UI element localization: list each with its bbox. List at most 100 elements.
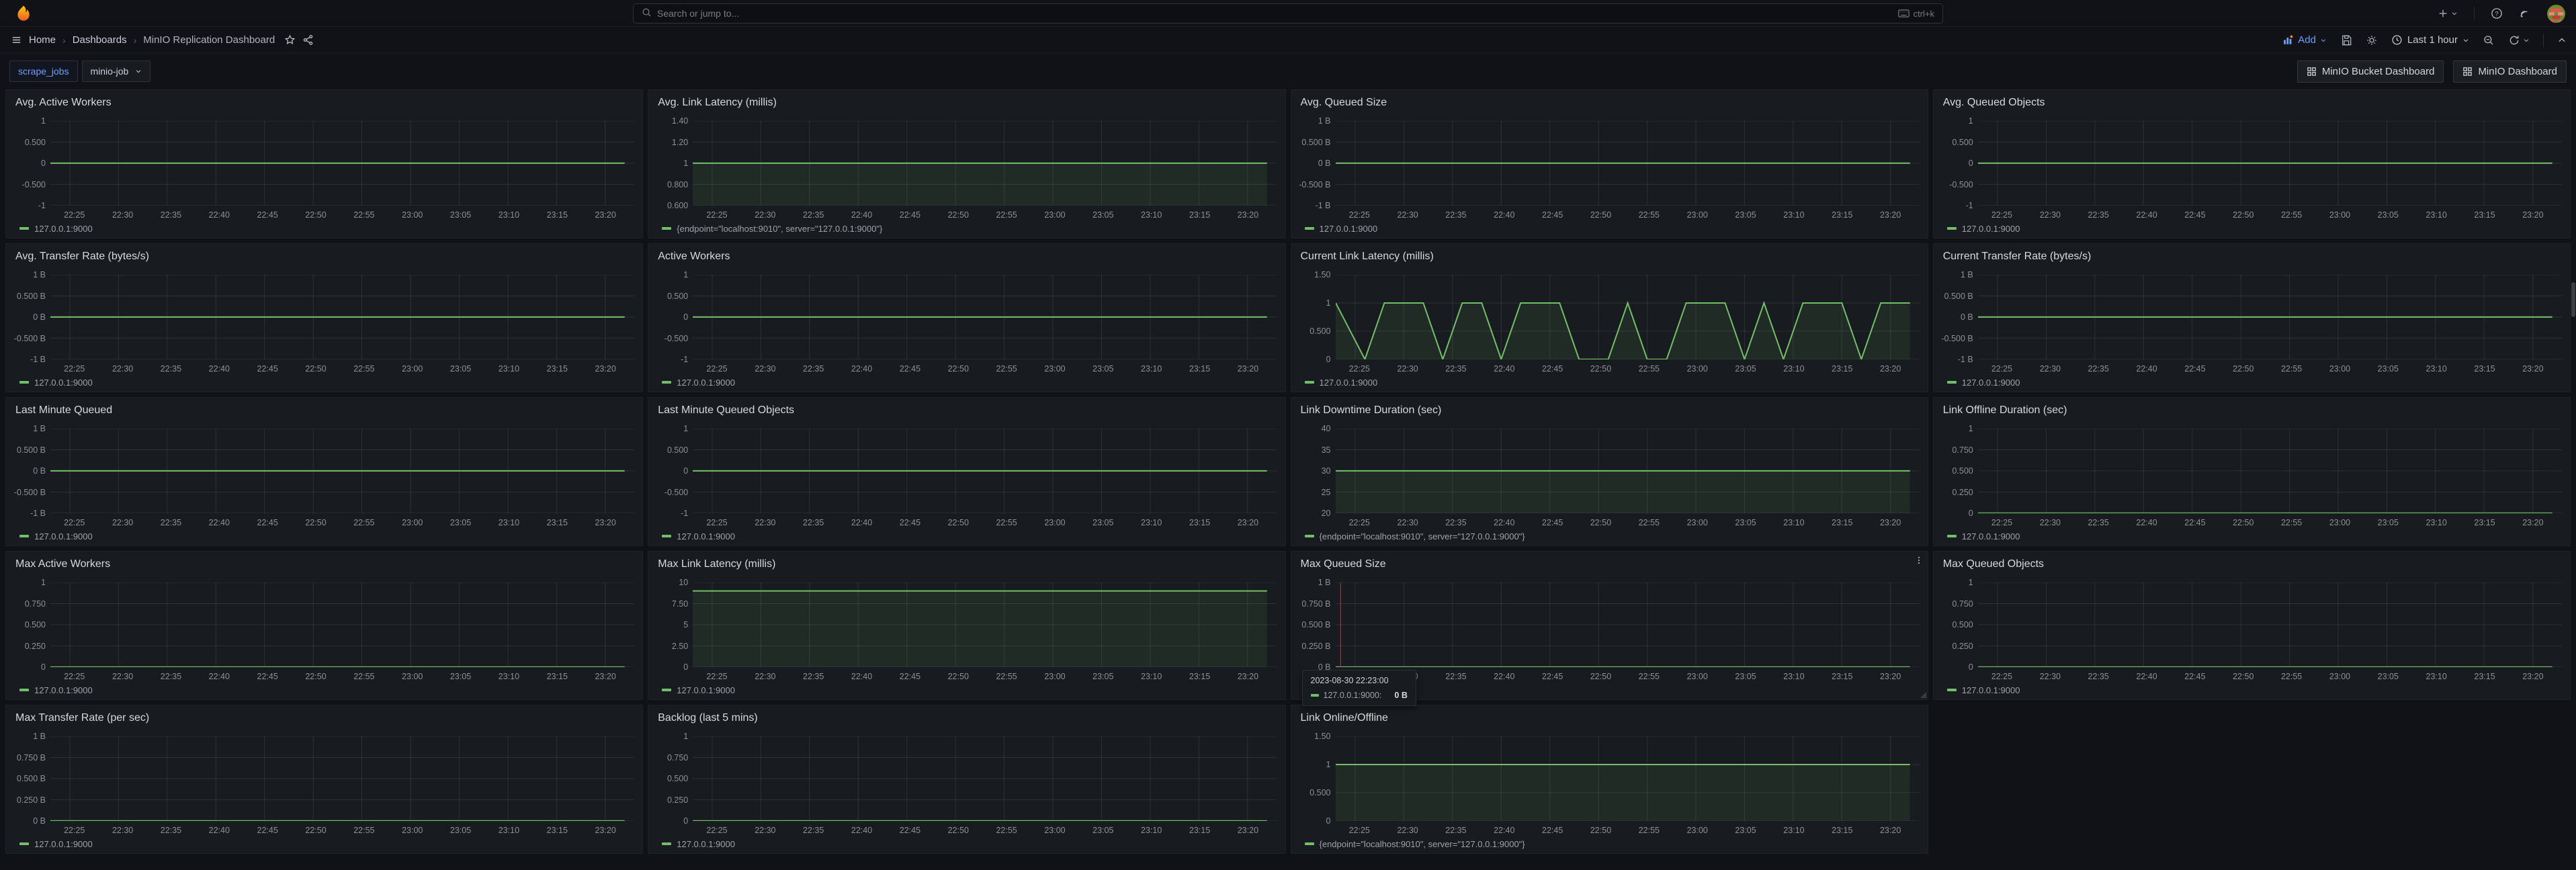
legend-item[interactable]: 127.0.0.1:9000 xyxy=(1942,683,2562,697)
user-avatar[interactable] xyxy=(2547,5,2565,23)
panel-resize-handle[interactable] xyxy=(1920,692,1926,698)
y-tick-label: 0.750 xyxy=(667,753,688,763)
chart-plot[interactable] xyxy=(1336,275,1920,359)
chart-plot[interactable] xyxy=(1978,582,2562,667)
panel-title[interactable]: Avg. Active Workers xyxy=(15,96,634,109)
panel-menu-button[interactable] xyxy=(1914,555,1924,569)
panel-title[interactable]: Current Link Latency (millis) xyxy=(1301,250,1920,263)
legend-item[interactable]: 127.0.0.1:9000 xyxy=(14,683,634,697)
chart-plot[interactable] xyxy=(693,429,1277,513)
legend-item[interactable]: 127.0.0.1:9000 xyxy=(1942,529,2562,543)
chart-plot[interactable] xyxy=(50,429,634,513)
legend-item[interactable]: 127.0.0.1:9000 xyxy=(1942,222,2562,235)
chart-plot[interactable] xyxy=(693,582,1277,667)
legend-item[interactable]: 127.0.0.1:9000 xyxy=(656,837,1277,851)
search-input[interactable]: Search or jump to... ctrl+k xyxy=(633,3,1943,24)
variable-value-dropdown[interactable]: minio-job xyxy=(82,60,151,82)
legend-item[interactable]: 127.0.0.1:9000 xyxy=(656,376,1277,389)
chart-plot[interactable] xyxy=(50,736,634,821)
chart-plot[interactable] xyxy=(1336,121,1920,206)
help-button[interactable]: ? xyxy=(2491,7,2503,19)
legend-item[interactable]: 127.0.0.1:9000 xyxy=(656,683,1277,697)
x-tick-label: 22:45 xyxy=(900,364,920,374)
panel-title[interactable]: Max Queued Size xyxy=(1301,558,1920,570)
legend-item[interactable]: {endpoint="localhost:9010", server="127.… xyxy=(1299,529,1920,543)
legend-item[interactable]: 127.0.0.1:9000 xyxy=(14,222,634,235)
chart-plot[interactable] xyxy=(693,121,1277,206)
legend-item[interactable]: 127.0.0.1:9000 xyxy=(1299,376,1920,389)
y-tick-label: 0.500 B xyxy=(17,445,46,455)
chart-plot[interactable] xyxy=(1978,121,2562,206)
legend-label: 127.0.0.1:9000 xyxy=(1320,224,1378,234)
share-button[interactable] xyxy=(302,34,314,46)
legend-item[interactable]: 127.0.0.1:9000 xyxy=(1942,376,2562,389)
y-tick-label: 0.250 xyxy=(667,795,688,805)
legend-item[interactable]: 127.0.0.1:9000 xyxy=(1299,222,1920,235)
panel-title[interactable]: Avg. Link Latency (millis) xyxy=(658,96,1277,109)
legend-item[interactable]: {endpoint="localhost:9010", server="127.… xyxy=(1299,837,1920,851)
chart-plot[interactable] xyxy=(1336,429,1920,513)
refresh-button[interactable] xyxy=(2508,34,2530,46)
chart-plot[interactable] xyxy=(50,582,634,667)
chart-plot[interactable] xyxy=(693,736,1277,821)
scrollbar-thumb[interactable] xyxy=(2571,282,2575,317)
chart-area: 1 B0.500 B0 B-0.500 B-1 B xyxy=(1942,275,2562,359)
x-tick-label: 23:05 xyxy=(2378,210,2399,220)
breadcrumb-current: MinIO Replication Dashboard xyxy=(143,34,275,46)
link-minio-dashboard[interactable]: MinIO Dashboard xyxy=(2453,60,2567,83)
panel-title[interactable]: Avg. Queued Objects xyxy=(1943,96,2562,109)
panel-title[interactable]: Active Workers xyxy=(658,250,1277,263)
legend-item[interactable]: 127.0.0.1:9000 xyxy=(656,529,1277,543)
x-tick-label: 22:40 xyxy=(2136,518,2157,527)
chart-plot[interactable] xyxy=(693,275,1277,359)
panel-title[interactable]: Link Offline Duration (sec) xyxy=(1943,404,2562,417)
chart-plot[interactable] xyxy=(50,121,634,206)
panel-title[interactable]: Link Downtime Duration (sec) xyxy=(1301,404,1920,417)
chart-plot[interactable] xyxy=(1978,275,2562,359)
legend-item[interactable]: 127.0.0.1:9000 xyxy=(14,837,634,851)
legend-item[interactable]: {endpoint="localhost:9010", server="127.… xyxy=(656,222,1277,235)
favorite-button[interactable] xyxy=(284,34,296,46)
y-tick-label: 0 xyxy=(41,159,46,168)
x-tick-label: 23:10 xyxy=(499,672,519,681)
save-dashboard-button[interactable] xyxy=(2340,34,2352,46)
save-icon xyxy=(2340,34,2352,46)
panel-title[interactable]: Current Transfer Rate (bytes/s) xyxy=(1943,250,2562,263)
panel-title[interactable]: Last Minute Queued xyxy=(15,404,634,417)
y-tick-label: -1 B xyxy=(1958,355,1973,364)
panel-title[interactable]: Max Transfer Rate (per sec) xyxy=(15,711,634,724)
legend-item[interactable]: 127.0.0.1:9000 xyxy=(14,376,634,389)
news-button[interactable] xyxy=(2519,7,2531,19)
chart-plot[interactable] xyxy=(1336,582,1920,667)
panel-title[interactable]: Last Minute Queued Objects xyxy=(658,404,1277,417)
y-tick-label: 5 xyxy=(683,620,688,629)
panel-title[interactable]: Avg. Queued Size xyxy=(1301,96,1920,109)
x-tick-label: 22:25 xyxy=(706,210,727,220)
mega-menu-button[interactable] xyxy=(11,35,22,45)
chart-plot[interactable] xyxy=(1336,736,1920,821)
star-icon xyxy=(284,34,296,46)
panel-title[interactable]: Max Queued Objects xyxy=(1943,558,2562,570)
panel-title[interactable]: Backlog (last 5 mins) xyxy=(658,711,1277,724)
time-range-picker[interactable]: Last 1 hour xyxy=(2391,34,2469,46)
panel-title[interactable]: Max Active Workers xyxy=(15,558,634,570)
variable-label: scrape_jobs xyxy=(9,60,78,82)
collapse-toolbar-button[interactable] xyxy=(2557,36,2567,45)
legend-item[interactable]: 127.0.0.1:9000 xyxy=(14,529,634,543)
chart-plot[interactable] xyxy=(1978,429,2562,513)
breadcrumb-home[interactable]: Home xyxy=(29,34,56,46)
panel-title[interactable]: Link Online/Offline xyxy=(1301,711,1920,724)
grafana-logo-icon[interactable] xyxy=(15,5,32,22)
panel-last-minute-queued: Last Minute Queued1 B0.500 B0 B-0.500 B-… xyxy=(5,397,643,546)
breadcrumb-dashboards[interactable]: Dashboards xyxy=(73,34,127,46)
new-button[interactable] xyxy=(2438,8,2458,19)
x-tick-label: 23:05 xyxy=(1735,672,1756,681)
panel-title[interactable]: Max Link Latency (millis) xyxy=(658,558,1277,570)
zoom-out-button[interactable] xyxy=(2483,34,2495,46)
x-tick-label: 22:40 xyxy=(209,518,230,527)
add-panel-button[interactable]: Add xyxy=(2282,34,2327,46)
chart-plot[interactable] xyxy=(50,275,634,359)
panel-title[interactable]: Avg. Transfer Rate (bytes/s) xyxy=(15,250,634,263)
link-minio-bucket-dashboard[interactable]: MinIO Bucket Dashboard xyxy=(2297,60,2444,83)
dashboard-settings-button[interactable] xyxy=(2366,34,2378,46)
